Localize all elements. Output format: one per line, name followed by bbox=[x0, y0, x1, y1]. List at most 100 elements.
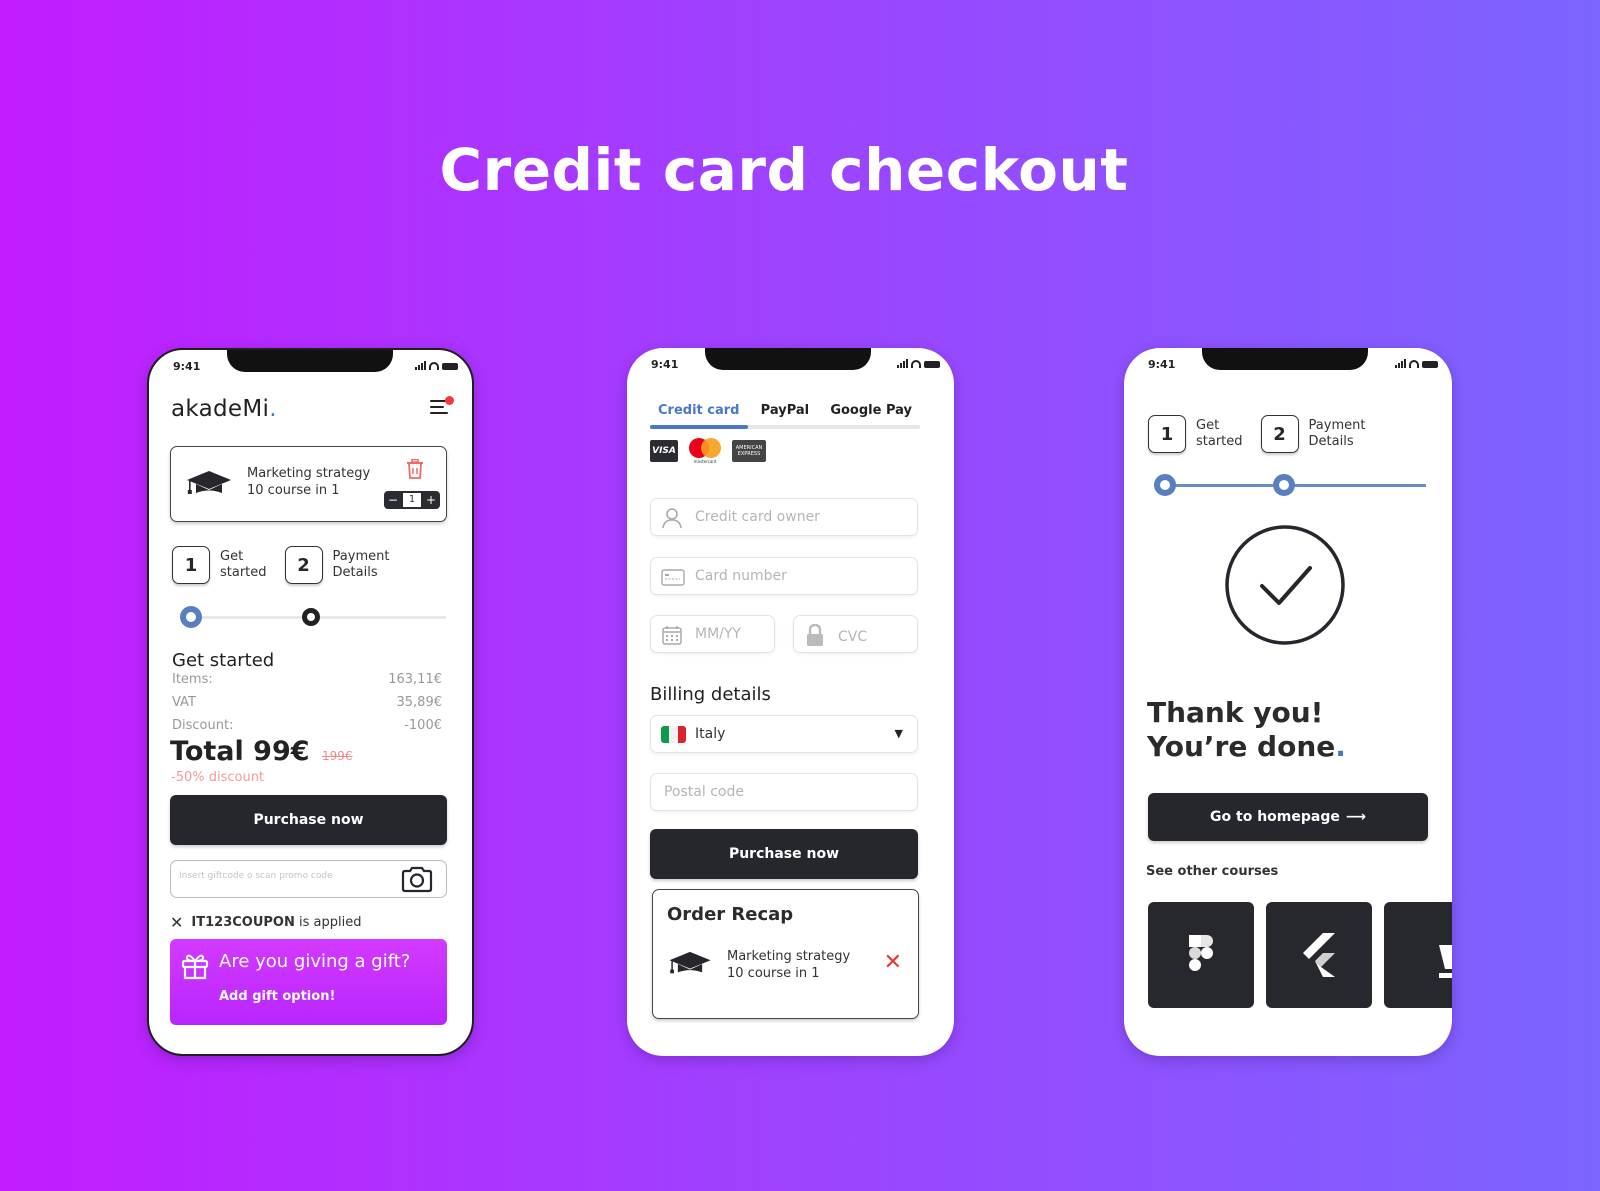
status-icons bbox=[1395, 359, 1438, 368]
menu-line bbox=[430, 412, 448, 414]
progress-track bbox=[1164, 484, 1426, 487]
course-tile-figma[interactable] bbox=[1148, 902, 1254, 1008]
remove-item-icon[interactable]: ✕ bbox=[884, 950, 902, 975]
order-recap-title: Order Recap bbox=[667, 904, 794, 925]
signal-icon bbox=[1395, 359, 1406, 368]
step-2-label-line2: Details bbox=[332, 565, 378, 580]
step-1-label-line1: Get bbox=[1196, 418, 1220, 433]
expiry-field bbox=[650, 615, 775, 653]
postal-code-field bbox=[650, 773, 918, 811]
signal-icon bbox=[415, 361, 426, 370]
italy-flag-icon bbox=[661, 726, 686, 743]
amex-text: EXPRESS bbox=[737, 451, 761, 457]
tab-google-pay[interactable]: Google Pay bbox=[830, 403, 912, 425]
card-owner-input[interactable] bbox=[695, 509, 895, 525]
step-1-label-line2: started bbox=[1196, 434, 1243, 449]
order-recap-card: Order Recap Marketing strategy 10 course… bbox=[652, 889, 919, 1019]
summary-row-discount: Discount: -100€ bbox=[172, 718, 442, 733]
menu-line bbox=[430, 406, 444, 408]
step-1-box[interactable]: 1 bbox=[1148, 415, 1186, 453]
courses-carousel bbox=[1148, 902, 1452, 1008]
expiry-input[interactable] bbox=[695, 626, 765, 642]
step-indicators: 1 Get started 2 Payment Details bbox=[1148, 415, 1365, 453]
cart-item-text: Marketing strategy 10 course in 1 bbox=[247, 465, 370, 499]
menu-button[interactable] bbox=[430, 396, 454, 418]
promo-code-field bbox=[170, 860, 447, 898]
payment-method-tabs: Credit card PayPal Google Pay bbox=[650, 403, 920, 429]
purchase-now-button[interactable]: Purchase now bbox=[170, 795, 447, 845]
step-1-label: Get started bbox=[220, 549, 267, 581]
summary-label: VAT bbox=[172, 695, 196, 710]
progress-node-1[interactable] bbox=[180, 606, 202, 628]
status-time: 9:41 bbox=[1148, 358, 1176, 371]
page-title: Credit card checkout bbox=[439, 136, 1129, 204]
purchase-now-button[interactable]: Purchase now bbox=[650, 829, 918, 879]
phone-notch bbox=[1202, 348, 1368, 370]
summary-value: -100€ bbox=[404, 718, 442, 733]
arrow-right-icon: ⟶ bbox=[1345, 809, 1366, 825]
applied-coupon: ✕ IT123COUPON is applied bbox=[170, 913, 361, 932]
coupon-text: IT123COUPON is applied bbox=[191, 915, 361, 930]
promo-code-input[interactable] bbox=[179, 871, 389, 881]
see-other-courses-title: See other courses bbox=[1146, 864, 1279, 879]
summary-label: Items: bbox=[172, 672, 213, 687]
home-button-label: Go to homepage bbox=[1210, 809, 1340, 825]
step-1-label: Get started bbox=[1196, 418, 1243, 450]
battery-icon bbox=[924, 361, 940, 368]
thank-you-heading: Thank you! You’re done. bbox=[1147, 696, 1346, 764]
gift-option-banner[interactable]: Are you giving a gift? Add gift option! bbox=[170, 939, 447, 1025]
calendar-icon bbox=[662, 626, 682, 645]
phone-payment-screen: 9:41 Credit card PayPal Google Pay VISA … bbox=[627, 348, 954, 1056]
mastercard-logo: mastercard bbox=[688, 438, 722, 464]
visa-logo: VISA bbox=[650, 440, 678, 462]
country-select[interactable]: Italy ▼ bbox=[650, 715, 918, 753]
summary-row-vat: VAT 35,89€ bbox=[172, 695, 442, 710]
step-2-label-line1: Payment bbox=[1308, 418, 1366, 433]
dropdown-arrow-icon: ▼ bbox=[894, 727, 903, 740]
discount-note: -50% discount bbox=[171, 770, 265, 785]
increment-button[interactable]: + bbox=[424, 493, 438, 507]
credit-card-icon bbox=[661, 569, 685, 586]
amex-logo: AMERICAN EXPRESS bbox=[732, 440, 766, 462]
step-1-box[interactable]: 1 bbox=[172, 546, 210, 584]
user-icon bbox=[662, 508, 682, 529]
wifi-icon bbox=[1409, 360, 1419, 368]
lock-icon bbox=[807, 624, 823, 646]
course-tile-flutter[interactable] bbox=[1266, 902, 1372, 1008]
status-icons bbox=[415, 361, 458, 370]
course-tile-chess[interactable] bbox=[1384, 902, 1452, 1008]
camera-icon[interactable] bbox=[400, 866, 434, 893]
chess-king-icon bbox=[1439, 945, 1452, 978]
logo-dot: . bbox=[269, 396, 277, 422]
trash-icon[interactable] bbox=[406, 459, 424, 479]
app-logo[interactable]: akadeMi. bbox=[171, 396, 277, 422]
step-2-box[interactable]: 2 bbox=[1260, 415, 1299, 453]
phone-confirmation-screen: 9:41 1 Get started 2 Payment Details Thank… bbox=[1124, 348, 1452, 1056]
quantity-value[interactable]: 1 bbox=[403, 493, 421, 507]
step-indicators: 1 Get started 2 Payment Details bbox=[172, 546, 389, 584]
summary-row-items: Items: 163,11€ bbox=[172, 672, 442, 687]
progress-node-1[interactable] bbox=[1154, 474, 1176, 496]
recap-item-subtitle: 10 course in 1 bbox=[727, 966, 820, 981]
quantity-stepper: − 1 + bbox=[384, 491, 440, 509]
status-icons bbox=[897, 359, 940, 368]
summary-title: Get started bbox=[172, 650, 275, 671]
progress-node-2[interactable] bbox=[302, 608, 320, 626]
go-to-homepage-button[interactable]: Go to homepage ⟶ bbox=[1148, 793, 1428, 841]
tab-paypal[interactable]: PayPal bbox=[761, 403, 809, 425]
progress-node-2[interactable] bbox=[1273, 474, 1295, 496]
coupon-suffix: is applied bbox=[294, 915, 362, 930]
billing-details-title: Billing details bbox=[650, 684, 771, 705]
postal-code-input[interactable] bbox=[664, 784, 864, 800]
battery-icon bbox=[442, 363, 458, 370]
tab-credit-card[interactable]: Credit card bbox=[658, 403, 739, 425]
add-gift-option-link[interactable]: Add gift option! bbox=[219, 989, 335, 1004]
remove-coupon-icon[interactable]: ✕ bbox=[170, 913, 183, 932]
card-number-input[interactable] bbox=[695, 568, 895, 584]
step-2-box[interactable]: 2 bbox=[284, 546, 323, 584]
flutter-icon bbox=[1303, 933, 1335, 977]
cart-item-title: Marketing strategy bbox=[247, 466, 371, 481]
cvc-input[interactable] bbox=[838, 629, 908, 645]
summary-value: 35,89€ bbox=[396, 695, 443, 710]
decrement-button[interactable]: − bbox=[386, 493, 400, 507]
